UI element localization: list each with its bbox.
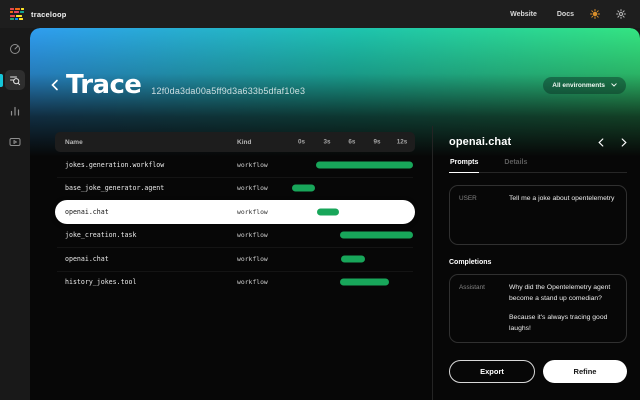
back-button[interactable] [51, 79, 59, 91]
sidebar-item-traces[interactable] [5, 70, 25, 90]
span-timeline-cell [285, 224, 415, 248]
message-role: Assistant [459, 283, 509, 334]
column-header-name: Name [55, 139, 230, 146]
message-text: Why did the Opentelemetry agent become a… [509, 283, 617, 334]
span-timeline-cell [285, 247, 415, 271]
sidebar-nav [0, 28, 30, 400]
span-duration-bar [340, 232, 413, 239]
completion-paragraph: Because it's always tracing good laughs! [509, 313, 617, 334]
span-duration-bar [316, 161, 413, 168]
completions-heading: Completions [449, 259, 627, 266]
time-tick: 3s [323, 139, 330, 146]
span-name: base_joke_generator.agent [55, 184, 230, 192]
span-duration-bar [340, 279, 389, 286]
chevron-left-icon [51, 79, 59, 91]
span-timeline-cell [285, 271, 415, 295]
time-tick: 12s [397, 139, 408, 146]
span-duration-bar [341, 255, 365, 262]
traceloop-logo-icon [10, 8, 24, 21]
sidebar-item-metrics[interactable] [5, 101, 25, 121]
prompt-message: USER Tell me a joke about opentelemetry [449, 185, 627, 245]
span-table-header: Name Kind 0s 3s 6s 9s 12s [55, 132, 415, 152]
panel-tabs: Prompts Details [449, 159, 627, 173]
trace-id: 12f0da3da00a5ff9d3a633b5dfaf10e3 [151, 86, 305, 96]
chevron-down-icon [611, 83, 617, 87]
environment-selector[interactable]: All environments [543, 77, 626, 94]
time-tick: 6s [348, 139, 355, 146]
panel-title-row: openai.chat [449, 136, 627, 148]
span-name: jokes.generation.workflow [55, 161, 230, 169]
environment-selector-label: All environments [552, 82, 605, 89]
app-window: traceloop Website Docs [0, 0, 640, 400]
span-name: joke_creation.task [55, 231, 230, 239]
span-name: openai.chat [55, 255, 230, 263]
span-kind-badge: workflow [230, 231, 285, 239]
span-name: history_jokes.tool [55, 278, 230, 286]
chevron-right-icon [621, 138, 627, 147]
span-row[interactable]: base_joke_generator.agentworkflow [55, 177, 415, 201]
next-span-button[interactable] [621, 138, 627, 147]
span-row[interactable]: history_jokes.toolworkflow [55, 271, 415, 295]
top-bar: traceloop Website Docs [0, 0, 640, 28]
column-header-kind: Kind [230, 139, 285, 146]
span-kind-badge: workflow [230, 184, 285, 192]
main-content: Trace 12f0da3da00a5ff9d3a633b5dfaf10e3 A… [30, 28, 640, 400]
bar-chart-icon [9, 105, 21, 117]
time-tick: 0s [298, 139, 305, 146]
time-tick: 9s [374, 139, 381, 146]
span-row[interactable]: jokes.generation.workflowworkflow [55, 153, 415, 177]
sun-icon[interactable] [590, 9, 600, 19]
panel-nav-arrows [598, 138, 627, 147]
sidebar-item-dashboard[interactable] [5, 39, 25, 59]
span-name: openai.chat [55, 208, 230, 216]
span-detail-panel: openai.chat Prompts Details USER Tell me… [432, 126, 640, 400]
website-link[interactable]: Website [510, 11, 537, 18]
page-title: Trace [66, 72, 141, 98]
message-role: USER [459, 194, 509, 236]
span-kind-badge: workflow [230, 208, 285, 216]
docs-link[interactable]: Docs [557, 11, 574, 18]
sidebar-item-demo[interactable] [5, 132, 25, 152]
gauge-icon [9, 43, 21, 55]
span-row[interactable]: openai.chatworkflow [55, 200, 415, 224]
video-icon [9, 136, 21, 148]
span-duration-bar [292, 185, 315, 192]
panel-title: openai.chat [449, 136, 511, 148]
chevron-left-icon [598, 138, 604, 147]
tab-prompts[interactable]: Prompts [449, 159, 479, 173]
span-row[interactable]: joke_creation.taskworkflow [55, 224, 415, 248]
gear-icon[interactable] [616, 9, 626, 19]
span-row[interactable]: openai.chatworkflow [55, 247, 415, 271]
completion-message: Assistant Why did the Opentelemetry agen… [449, 274, 627, 343]
refine-button[interactable]: Refine [543, 360, 627, 383]
timeline-ticks: 0s 3s 6s 9s 12s [285, 132, 415, 152]
trace-header: Trace 12f0da3da00a5ff9d3a633b5dfaf10e3 A… [51, 72, 626, 98]
span-timeline-cell [285, 153, 415, 177]
span-table-body: jokes.generation.workflowworkflowbase_jo… [55, 153, 415, 294]
trace-search-icon [9, 74, 21, 86]
span-timeline-cell [285, 200, 415, 224]
span-timeline-cell [285, 177, 415, 201]
brand-name: traceloop [31, 10, 67, 19]
message-text: Tell me a joke about opentelemetry [509, 194, 617, 236]
export-button[interactable]: Export [449, 360, 535, 383]
span-table: Name Kind 0s 3s 6s 9s 12s jokes.generation.w… [55, 132, 415, 294]
span-kind-badge: workflow [230, 161, 285, 169]
prev-span-button[interactable] [598, 138, 604, 147]
panel-footer: Export Refine [449, 360, 627, 383]
tab-details[interactable]: Details [503, 159, 528, 172]
completion-paragraph: Why did the Opentelemetry agent become a… [509, 283, 617, 304]
span-kind-badge: workflow [230, 255, 285, 263]
span-duration-bar [317, 208, 339, 215]
span-kind-badge: workflow [230, 278, 285, 286]
